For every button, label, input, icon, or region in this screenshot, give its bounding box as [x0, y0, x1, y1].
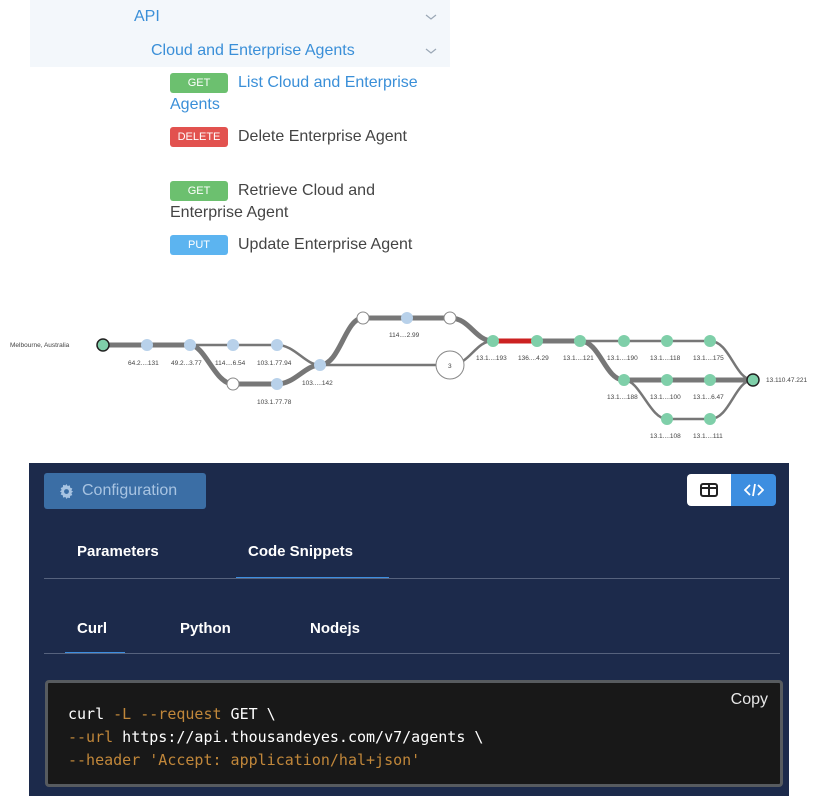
gear-icon — [59, 484, 74, 499]
nav-cloud-enterprise-agents[interactable]: Cloud and Enterprise Agents — [30, 34, 450, 67]
endpoint-title: Update Enterprise Agent — [238, 236, 413, 253]
code-cmd: curl — [68, 705, 105, 723]
hop-node-unknown — [226, 377, 240, 391]
hop-label: 103.1.77.78 — [257, 399, 292, 406]
hop-node — [704, 374, 716, 386]
tab-parameters[interactable]: Parameters — [77, 543, 159, 560]
configuration-label: Configuration — [82, 482, 178, 499]
hop-label: 103.1.77.94 — [257, 360, 292, 367]
hop-node-unknown — [356, 311, 370, 325]
hop-label: 13.1....100 — [650, 394, 681, 401]
chevron-down-icon[interactable] — [424, 44, 438, 58]
hop-node — [401, 312, 413, 324]
method-badge: GET — [170, 181, 228, 201]
copy-button[interactable]: Copy — [731, 691, 768, 709]
tab-code-snippets[interactable]: Code Snippets — [248, 543, 353, 560]
method-badge: GET — [170, 73, 228, 93]
chevron-down-icon[interactable] — [424, 10, 438, 24]
hop-label: 114....2.99 — [389, 332, 420, 339]
hop-node — [487, 335, 499, 347]
hop-label: 103.....142 — [302, 380, 333, 387]
code-string: 'Accept: application/hal+json' — [140, 751, 421, 769]
tab-divider — [44, 578, 780, 579]
hop-node — [184, 339, 196, 351]
hop-label: 13.1....175 — [693, 355, 724, 362]
nav-api[interactable]: API — [30, 0, 450, 34]
code-text: GET \ — [221, 705, 276, 723]
hop-node — [661, 335, 673, 347]
hop-node — [661, 374, 673, 386]
path-visualization: Melbourne, Australia 13.110.47.221 3 64.… — [10, 311, 807, 440]
hop-label: 13.1....193 — [476, 355, 507, 362]
endpoint-retrieve-agent[interactable]: GET Retrieve Cloud and Enterprise Agent — [170, 180, 420, 224]
code-snippet-box[interactable]: Copy curl -L --request GET \ --url https… — [45, 680, 783, 787]
columns-icon — [700, 483, 718, 497]
hop-node — [271, 378, 283, 390]
code-view-button[interactable] — [731, 474, 776, 506]
code-flags: -L --request — [104, 705, 222, 723]
nav-api-label: API — [134, 8, 160, 25]
hop-label: 13.1....118 — [650, 355, 681, 362]
hop-label: 13.1....111 — [693, 433, 723, 440]
endpoint-title: Delete Enterprise Agent — [238, 128, 407, 145]
hop-label: 13.1...6.47 — [693, 394, 724, 401]
hop-node-unknown — [443, 311, 457, 325]
tab-curl[interactable]: Curl — [77, 620, 107, 637]
hop-label: 136....4.29 — [518, 355, 549, 362]
hop-node — [141, 339, 153, 351]
hop-label: 114....6.54 — [215, 360, 246, 367]
method-badge: PUT — [170, 235, 228, 255]
endpoint-update-agent[interactable]: PUT Update Enterprise Agent — [170, 234, 420, 256]
collapsed-count: 3 — [448, 363, 452, 370]
view-toggle[interactable] — [687, 474, 776, 506]
hop-label: 49.2...3.77 — [171, 360, 202, 367]
destination-node — [746, 373, 760, 387]
code-block: curl -L --request GET \ --url https://ap… — [68, 703, 483, 772]
hop-label: 13.1....190 — [607, 355, 638, 362]
lang-tab-divider — [44, 653, 780, 654]
hop-node — [704, 335, 716, 347]
code-flag: --header — [68, 751, 141, 769]
hop-node — [227, 339, 239, 351]
tab-python[interactable]: Python — [180, 620, 231, 637]
nav-agents-label: Cloud and Enterprise Agents — [151, 42, 355, 59]
layout-view-button[interactable] — [687, 474, 731, 506]
source-agent-node — [96, 338, 110, 352]
hop-node — [618, 335, 630, 347]
tab-nodejs[interactable]: Nodejs — [310, 620, 360, 637]
hop-label: 64.2....131 — [128, 360, 159, 367]
hop-node — [574, 335, 586, 347]
endpoint-list-agents[interactable]: GET List Cloud and Enterprise Agents — [170, 72, 420, 116]
hop-node — [618, 374, 630, 386]
code-url: https://api.thousandeyes.com/v7/agents \ — [113, 728, 484, 746]
hop-label: 13.1....121 — [563, 355, 594, 362]
hop-node — [314, 359, 326, 371]
hop-label: 13.1....108 — [650, 433, 681, 440]
code-icon — [744, 483, 764, 497]
hop-label: 13.1....188 — [607, 394, 638, 401]
hop-node — [704, 413, 716, 425]
source-label: Melbourne, Australia — [10, 342, 70, 349]
hop-node — [271, 339, 283, 351]
hop-node — [531, 335, 543, 347]
configuration-button[interactable]: Configuration — [44, 473, 206, 509]
method-badge: DELETE — [170, 127, 228, 147]
destination-label: 13.110.47.221 — [766, 377, 807, 384]
hop-node — [661, 413, 673, 425]
api-console-panel: Configuration Parameters Code Snippets C… — [29, 463, 789, 796]
code-flag: --url — [68, 728, 114, 746]
endpoint-delete-agent[interactable]: DELETE Delete Enterprise Agent — [170, 126, 420, 148]
